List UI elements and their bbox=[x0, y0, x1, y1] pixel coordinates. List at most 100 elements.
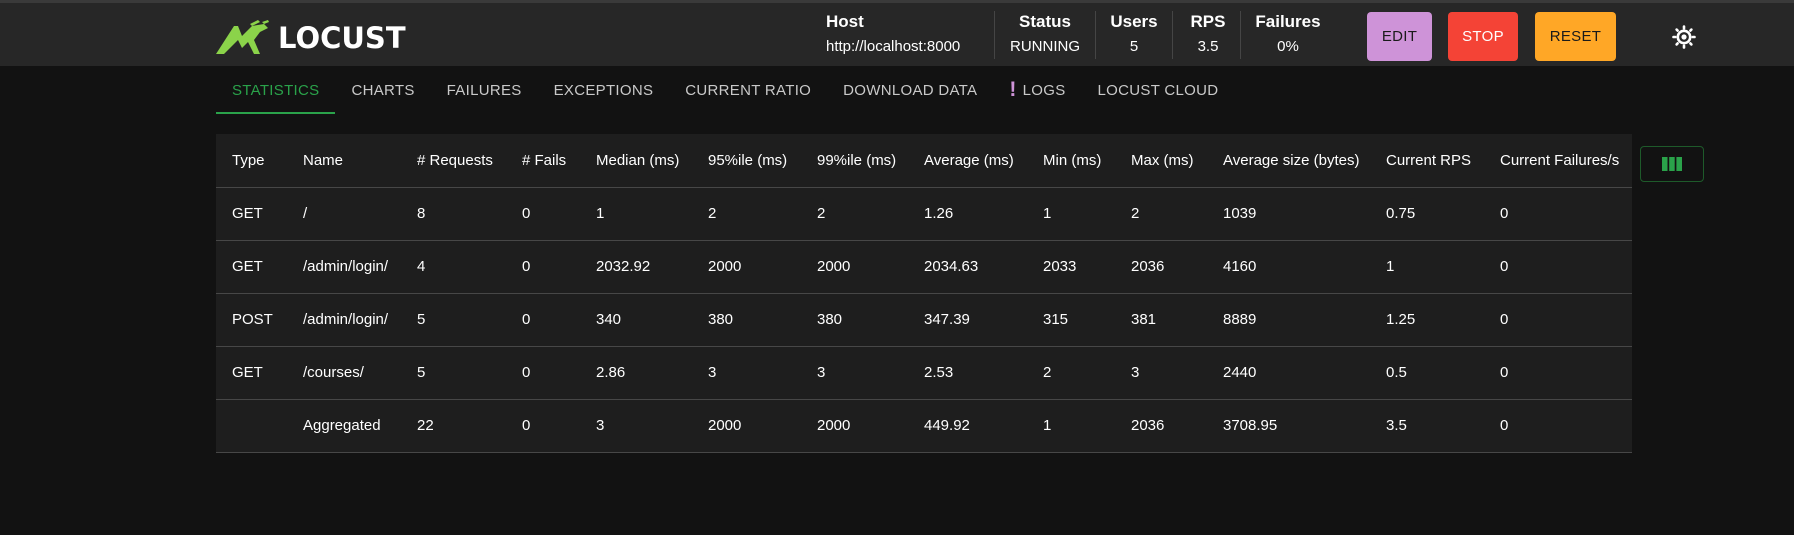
table-cell: /courses/ bbox=[287, 345, 401, 399]
table-cell: 1 bbox=[1370, 239, 1484, 293]
tab-locust-cloud[interactable]: LOCUST CLOUD bbox=[1082, 66, 1235, 114]
exclamation-icon: ! bbox=[1009, 78, 1017, 101]
column-header[interactable]: Type bbox=[216, 134, 287, 187]
column-header[interactable]: 95%ile (ms) bbox=[692, 134, 801, 187]
status-value: RUNNING bbox=[1010, 38, 1080, 55]
table-cell: 381 bbox=[1115, 292, 1207, 346]
column-header[interactable]: Name bbox=[287, 134, 401, 187]
table-cell: 2000 bbox=[801, 398, 908, 453]
table-cell: 2036 bbox=[1115, 398, 1207, 453]
table-cell: 5 bbox=[401, 292, 506, 346]
table-cell: 0 bbox=[1484, 239, 1632, 293]
table-cell: 8 bbox=[401, 186, 506, 240]
table-row: GET/admin/login/4 0 2032.92 2000 2000 2034.63… bbox=[216, 239, 1632, 293]
users-value: 5 bbox=[1129, 38, 1139, 55]
stop-button[interactable]: STOP bbox=[1448, 12, 1518, 61]
grasshopper-icon bbox=[216, 20, 269, 54]
table-cell: 0 bbox=[1484, 292, 1632, 346]
tab-failures[interactable]: FAILURES bbox=[431, 66, 538, 114]
column-header[interactable]: Current RPS bbox=[1370, 134, 1484, 187]
users-label: Users bbox=[1110, 12, 1158, 31]
statistics-table: Type Name # Requests # Fails Median (ms)… bbox=[216, 134, 1632, 453]
table-row: Aggregated 22 0 3 2000 2000 449.92 1 2036 3708.95… bbox=[216, 398, 1632, 453]
column-header[interactable]: Average (ms) bbox=[908, 134, 1027, 187]
table-cell: 3.5 bbox=[1370, 398, 1484, 453]
table-cell: 4160 bbox=[1207, 239, 1370, 293]
table-cell: POST bbox=[216, 292, 287, 346]
table-cell: 3708.95 bbox=[1207, 398, 1370, 453]
column-selector-button[interactable] bbox=[1640, 146, 1704, 182]
divider bbox=[1240, 11, 1241, 59]
table-cell: 2000 bbox=[801, 239, 908, 293]
tab-download-data[interactable]: DOWNLOAD DATA bbox=[827, 66, 993, 114]
divider bbox=[1172, 11, 1173, 59]
tab-current-ratio[interactable]: CURRENT RATIO bbox=[669, 66, 827, 114]
table-cell: 1.26 bbox=[908, 186, 1027, 240]
column-header[interactable]: # Fails bbox=[506, 134, 580, 187]
divider bbox=[994, 11, 995, 59]
table-cell: 2000 bbox=[692, 239, 801, 293]
table-cell: 2 bbox=[1115, 186, 1207, 240]
table-row: GET/courses/5 0 2.86 3 3 2.53 2 3 2440 0.5 0 bbox=[216, 345, 1632, 399]
tab-charts[interactable]: CHARTS bbox=[335, 66, 430, 114]
table-cell: 0 bbox=[506, 239, 580, 293]
table-header-row: Type Name # Requests # Fails Median (ms)… bbox=[216, 134, 1632, 187]
status-stat: Status RUNNING bbox=[1002, 12, 1088, 60]
tab-exceptions[interactable]: EXCEPTIONS bbox=[538, 66, 670, 114]
column-header[interactable]: # Requests bbox=[401, 134, 506, 187]
tab-bar: STATISTICS CHARTS FAILURES EXCEPTIONS CU… bbox=[216, 66, 1234, 114]
table-cell: 1 bbox=[580, 186, 692, 240]
table-cell: 0 bbox=[1484, 186, 1632, 240]
table-cell: 0.5 bbox=[1370, 345, 1484, 399]
table-cell: 2032.92 bbox=[580, 239, 692, 293]
table-cell: 340 bbox=[580, 292, 692, 346]
sun-icon bbox=[1672, 25, 1696, 49]
table-cell: 347.39 bbox=[908, 292, 1027, 346]
table-cell: GET bbox=[216, 345, 287, 399]
table-cell: 5 bbox=[401, 345, 506, 399]
table-cell: 0.75 bbox=[1370, 186, 1484, 240]
table-cell: 315 bbox=[1027, 292, 1115, 346]
column-header[interactable]: Median (ms) bbox=[580, 134, 692, 187]
edit-button[interactable]: EDIT bbox=[1367, 12, 1432, 61]
table-cell: / bbox=[287, 186, 401, 240]
status-label: Status bbox=[1019, 12, 1071, 31]
table-cell: GET bbox=[216, 239, 287, 293]
table-cell: 2034.63 bbox=[908, 239, 1027, 293]
column-header[interactable]: Average size (bytes) bbox=[1207, 134, 1370, 187]
table-cell: 2.53 bbox=[908, 345, 1027, 399]
table-cell: 3 bbox=[692, 345, 801, 399]
table-cell: 4 bbox=[401, 239, 506, 293]
table-cell: Aggregated bbox=[287, 398, 401, 453]
header-bar: LOCUST Host http://localhost:8000 Status… bbox=[0, 3, 1794, 66]
column-header[interactable]: 99%ile (ms) bbox=[801, 134, 908, 187]
table-cell: 0 bbox=[506, 186, 580, 240]
table-cell: 0 bbox=[1484, 398, 1632, 453]
divider bbox=[1095, 11, 1096, 59]
theme-toggle-button[interactable] bbox=[1670, 23, 1698, 51]
column-header[interactable]: Current Failures/s bbox=[1484, 134, 1632, 187]
table-cell: 3 bbox=[580, 398, 692, 453]
table-cell: 2 bbox=[692, 186, 801, 240]
table-row: GET/8 0 1 2 2 1.26 1 2 1039 0.75 0 bbox=[216, 186, 1632, 240]
tab-logs[interactable]: ! LOGS bbox=[993, 66, 1081, 114]
tab-statistics[interactable]: STATISTICS bbox=[216, 66, 336, 114]
table-cell: 449.92 bbox=[908, 398, 1027, 453]
table-cell: 8889 bbox=[1207, 292, 1370, 346]
table-cell: 2036 bbox=[1115, 239, 1207, 293]
locust-logo[interactable]: LOCUST bbox=[214, 18, 406, 58]
table-cell: 3 bbox=[801, 345, 908, 399]
table-cell: 0 bbox=[506, 398, 580, 453]
tab-logs-label: LOGS bbox=[1022, 81, 1066, 99]
column-header[interactable]: Min (ms) bbox=[1027, 134, 1115, 187]
table-cell: 1 bbox=[1027, 398, 1115, 453]
table-row: POST/admin/login/5 0 340 380 380 347.39 315 381… bbox=[216, 292, 1632, 346]
table-cell: 0 bbox=[1484, 345, 1632, 399]
table-cell: 1.25 bbox=[1370, 292, 1484, 346]
column-header[interactable]: Max (ms) bbox=[1115, 134, 1207, 187]
table-cell: 380 bbox=[692, 292, 801, 346]
table-cell: 380 bbox=[801, 292, 908, 346]
reset-button[interactable]: RESET bbox=[1535, 12, 1616, 61]
table-cell: /admin/login/ bbox=[287, 292, 401, 346]
table-cell: 3 bbox=[1115, 345, 1207, 399]
